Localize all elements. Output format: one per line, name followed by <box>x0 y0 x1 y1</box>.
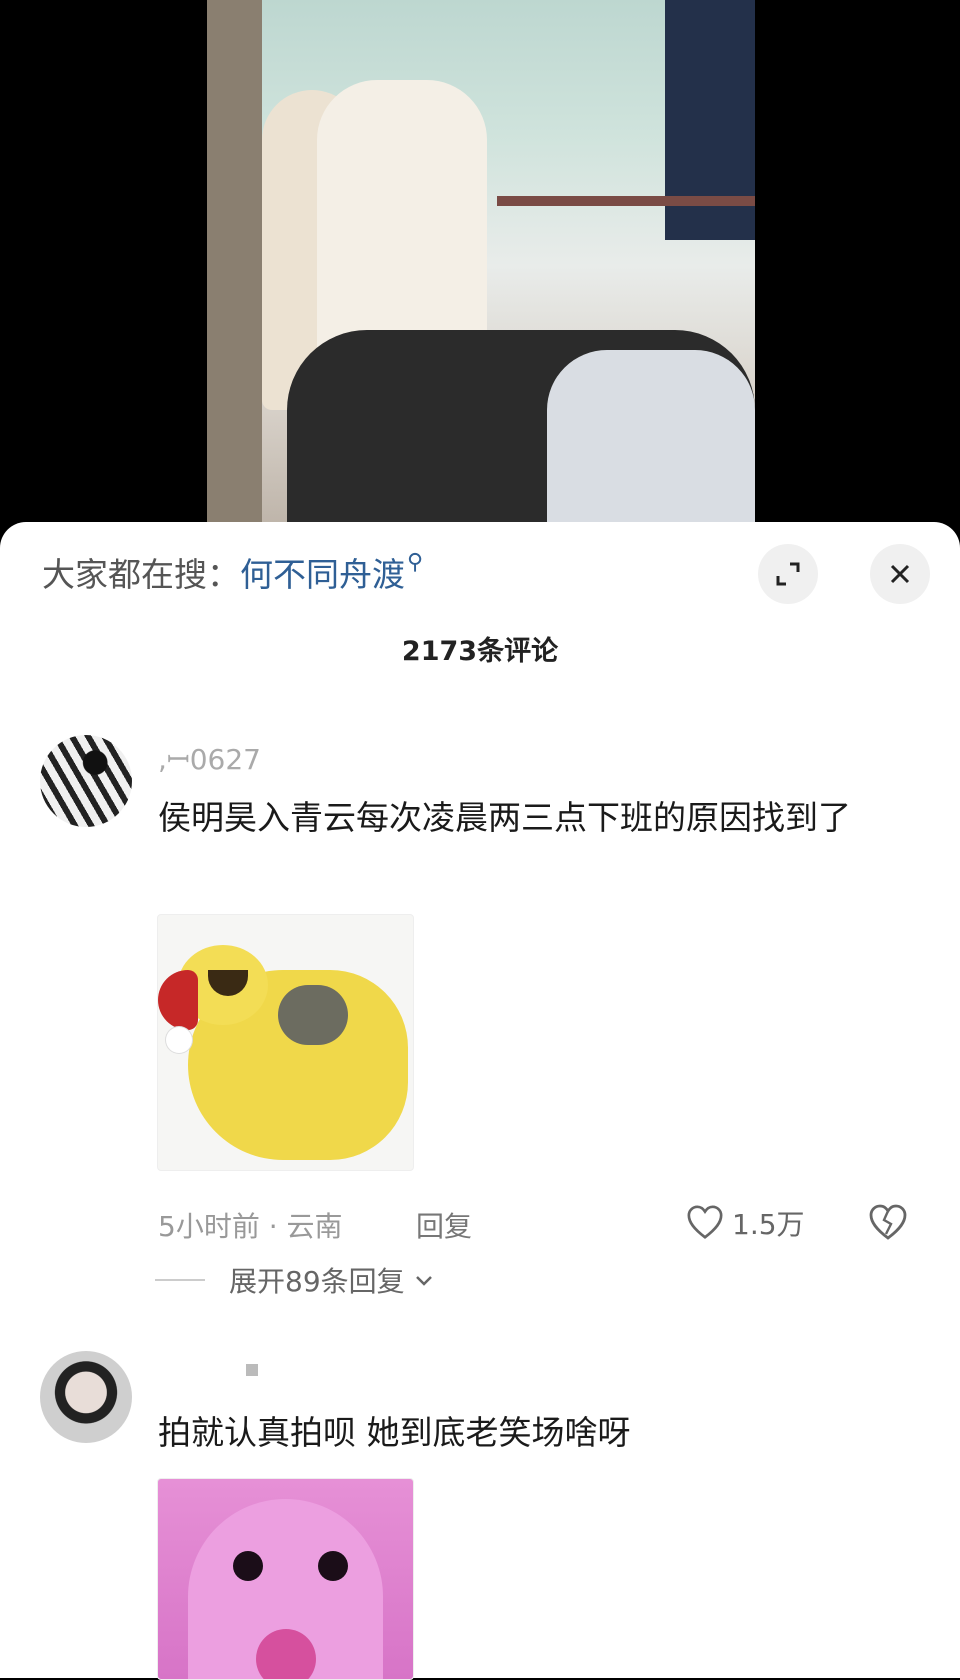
comment-text: 侯明昊入青云每次凌晨两三点下班的原因找到了 <box>158 798 851 837</box>
comment-username[interactable]: ​,ꟷ0627 <box>158 740 261 778</box>
reply-button[interactable]: 回复 <box>416 1205 472 1245</box>
trending-search-term[interactable]: 何不同舟渡 <box>240 548 405 596</box>
comment-text: 拍就认真拍呗 她到底老笑场啥呀 <box>158 1413 631 1452</box>
chevron-down-icon <box>415 1276 432 1286</box>
expand-replies-label: 展开89条回复 <box>229 1265 405 1298</box>
comments-sheet: 大家都在搜： 何不同舟渡 ⚲ 2173条评论 ​,ꟷ0627 侯明昊入青云每次凌… <box>0 522 960 1680</box>
video-player[interactable] <box>0 0 960 560</box>
close-icon <box>890 564 910 584</box>
divider-line <box>155 1279 205 1281</box>
expand-replies-button[interactable]: 展开89条回复 <box>155 1260 435 1300</box>
comment-time-location: 5小时前 · 云南 <box>158 1210 343 1243</box>
search-icon: ⚲ <box>407 549 424 575</box>
trending-search[interactable]: 大家都在搜： 何不同舟渡 ⚲ <box>42 549 424 595</box>
avatar[interactable] <box>40 1351 132 1443</box>
like-button[interactable]: 1.5万 <box>686 1203 805 1243</box>
comment-image-sticker[interactable] <box>157 914 414 1171</box>
comment-image-sticker[interactable] <box>157 1478 414 1680</box>
expand-icon <box>776 562 800 586</box>
like-count: 1.5万 <box>732 1208 805 1241</box>
avatar[interactable] <box>40 735 132 827</box>
close-button[interactable] <box>870 544 930 604</box>
broken-heart-icon[interactable] <box>868 1203 908 1243</box>
trending-search-label: 大家都在搜： <box>42 555 240 594</box>
expand-button[interactable] <box>758 544 818 604</box>
comments-count: 2173条评论 <box>401 636 559 667</box>
video-frame <box>207 0 755 532</box>
username-redacted <box>246 1364 258 1376</box>
heart-icon <box>687 1205 723 1239</box>
comment-meta: 5小时前 · 云南 回复 1.5万 <box>158 1203 918 1245</box>
